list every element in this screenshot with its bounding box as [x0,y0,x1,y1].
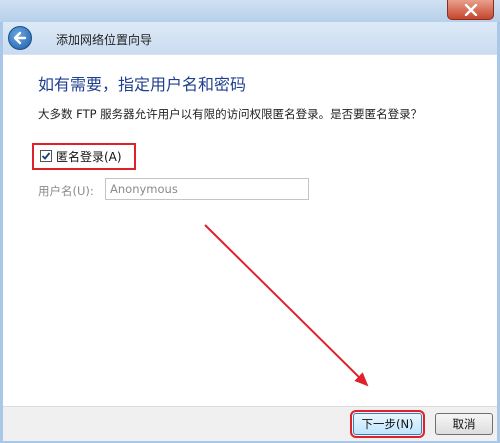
annotation-arrow [204,224,369,387]
window-frame: 添加网络位置向导 如有需要，指定用户名和密码 大多数 FTP 服务器允许用户以有… [0,0,500,443]
